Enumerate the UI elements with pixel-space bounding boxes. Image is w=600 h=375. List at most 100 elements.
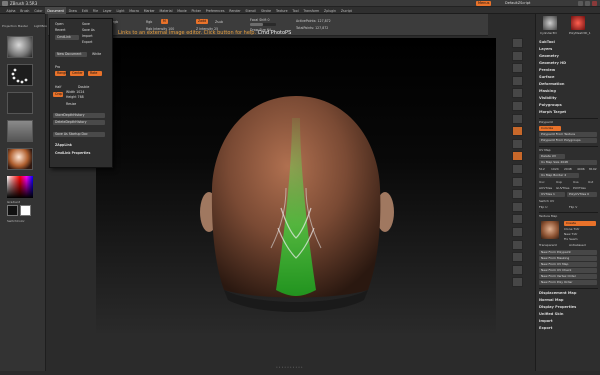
normal-map-section[interactable]: Normal Map xyxy=(539,298,563,302)
visibility-section[interactable]: Visibility xyxy=(539,96,557,100)
bpr-icon[interactable] xyxy=(512,38,523,48)
menu-file[interactable]: File xyxy=(90,7,100,14)
uv-size-8192[interactable]: 8192 xyxy=(589,167,597,171)
solo-icon[interactable] xyxy=(512,264,523,275)
new-from-polypaint-button[interactable]: New From Polypaint xyxy=(539,250,597,255)
cylinder3d-thumbnail[interactable] xyxy=(543,16,557,30)
import-button[interactable]: Import xyxy=(82,34,93,38)
menus-toggle-button[interactable]: Menus xyxy=(476,1,492,6)
menu-draw[interactable]: Draw xyxy=(66,7,79,14)
polypaint-from-polygroups-button[interactable]: Polypaint From Polygroups xyxy=(539,138,597,143)
guvtiles-button[interactable]: GUVTiles xyxy=(556,186,569,190)
stroke-thumbnail[interactable] xyxy=(7,64,33,86)
morph-target-section[interactable]: Morph Target xyxy=(539,110,566,114)
menu-color[interactable]: Color xyxy=(32,7,45,14)
auvtiles-button[interactable]: AUVTiles xyxy=(539,186,552,190)
uv-map-header[interactable]: UV Map xyxy=(539,148,551,152)
zsub-button[interactable]: Zsub xyxy=(215,20,223,24)
maximize-icon[interactable] xyxy=(585,1,590,6)
uv-size-2048[interactable]: 2048 xyxy=(564,167,572,171)
transp-icon[interactable] xyxy=(512,239,523,250)
rotate-icon[interactable] xyxy=(512,214,523,225)
document-canvas[interactable] xyxy=(96,38,496,333)
preview-section[interactable]: Preview xyxy=(539,68,555,72)
subtool-section[interactable]: SubTool xyxy=(539,40,555,44)
uvt-button[interactable]: Uvt xyxy=(588,180,593,184)
fix-seam-button[interactable]: Fix Seam xyxy=(564,237,578,241)
menu-render[interactable]: Render xyxy=(227,7,243,14)
menu-material[interactable]: Material xyxy=(157,7,175,14)
polyf-icon[interactable] xyxy=(512,227,523,237)
xyz-icon[interactable] xyxy=(512,164,523,174)
menu-layer[interactable]: Layer xyxy=(100,7,114,14)
polygroups-section[interactable]: Polygroups xyxy=(539,103,562,107)
menu-preferences[interactable]: Preferences xyxy=(203,7,227,14)
revert-button[interactable]: Revert xyxy=(55,28,65,32)
cmdlink-properties-button[interactable]: CmdLink Properties xyxy=(55,151,90,155)
delete-uv-button[interactable]: Delete UV xyxy=(539,154,565,159)
default-zscript-button[interactable]: DefaultZScript xyxy=(505,1,530,5)
actual-icon[interactable] xyxy=(512,88,523,99)
texture-thumbnail[interactable] xyxy=(7,120,33,142)
menu-light[interactable]: Light xyxy=(114,7,127,14)
move-icon[interactable] xyxy=(512,189,523,200)
main-color-swatch[interactable] xyxy=(7,205,18,216)
scroll-icon[interactable] xyxy=(512,63,523,74)
menu-macro[interactable]: Macro xyxy=(127,7,141,14)
menu-stencil[interactable]: Stencil xyxy=(243,7,259,14)
pro-button[interactable]: Crop xyxy=(53,92,63,97)
xpose-icon[interactable] xyxy=(512,277,523,288)
uv-size-4096[interactable]: 4096 xyxy=(577,167,585,171)
flip-u-button[interactable]: Flip U xyxy=(539,205,547,209)
save-as-startup-doc-button[interactable]: Save As Startup Doc xyxy=(53,132,105,137)
masking-section[interactable]: Masking xyxy=(539,89,556,93)
persp-icon[interactable] xyxy=(512,113,523,124)
display-properties-section[interactable]: Display Properties xyxy=(539,305,576,309)
texture-map-thumbnail[interactable] xyxy=(541,221,559,239)
m-button[interactable]: M xyxy=(161,19,168,24)
menu-zplugin[interactable]: Zplugin xyxy=(322,7,339,14)
floor-icon[interactable] xyxy=(512,126,523,137)
store-depth-history-button[interactable]: StoreDepthHistory xyxy=(53,113,105,118)
menu-stroke[interactable]: Stroke xyxy=(259,7,274,14)
rate-button[interactable]: Rate xyxy=(88,71,102,76)
polypaint-header[interactable]: Polypaint xyxy=(539,120,553,124)
zapplink-button[interactable]: ZAppLink xyxy=(55,143,72,147)
white-button[interactable]: White xyxy=(92,52,101,56)
shelf-handle-icon[interactable]: •••••••••• xyxy=(276,365,304,369)
puvtiles-button[interactable]: PUVTiles xyxy=(573,186,586,190)
uvtiles-slider[interactable]: UVTiles 1 xyxy=(539,192,565,197)
focal-shift-slider[interactable] xyxy=(250,23,276,26)
ghost-icon[interactable] xyxy=(512,252,523,263)
uvc-button[interactable]: Uvc xyxy=(539,180,545,184)
switch-uv-button[interactable]: Switch UV xyxy=(539,199,554,203)
new-from-vertex-order-button[interactable]: New From Vertex Order xyxy=(539,274,597,279)
double-button[interactable]: Double xyxy=(78,85,89,89)
frame-icon[interactable] xyxy=(512,176,523,187)
save-as-button[interactable]: Save As xyxy=(82,28,95,32)
open-button[interactable]: Open xyxy=(55,22,64,26)
deformation-section[interactable]: Deformation xyxy=(539,82,564,86)
switch-color-button[interactable]: SwitchColor xyxy=(7,219,25,223)
polymesh-thumbnail[interactable] xyxy=(571,16,585,30)
export-button[interactable]: Export xyxy=(82,40,92,44)
menu-zscript[interactable]: Zscript xyxy=(338,7,354,14)
secondary-color-swatch[interactable] xyxy=(20,205,31,216)
aahalf-icon[interactable] xyxy=(512,101,523,111)
menu-movie[interactable]: Movie xyxy=(175,7,189,14)
unified-skin-section[interactable]: Unified Skin xyxy=(539,312,563,316)
uv-map-size-slider[interactable]: Uv Map Size 2048 xyxy=(539,160,597,165)
export-section[interactable]: Export xyxy=(539,326,552,330)
new-from-uv-check-button[interactable]: New From UV Check xyxy=(539,268,597,273)
cmdlink-button[interactable]: CmdLink xyxy=(55,35,79,40)
material-thumbnail[interactable] xyxy=(7,148,33,170)
layers-section[interactable]: Layers xyxy=(539,47,552,51)
delete-depth-history-button[interactable]: DeleteDepthHistory xyxy=(53,120,105,125)
antialiased-toggle[interactable]: Antialiased xyxy=(569,243,586,247)
menu-transform[interactable]: Transform xyxy=(301,7,322,14)
lsym-icon[interactable] xyxy=(512,151,523,162)
brush-thumbnail[interactable] xyxy=(7,36,33,58)
flip-v-button[interactable]: Flip V xyxy=(569,205,577,209)
menu-alpha[interactable]: Alpha xyxy=(4,7,18,14)
menu-picker[interactable]: Picker xyxy=(189,7,203,14)
